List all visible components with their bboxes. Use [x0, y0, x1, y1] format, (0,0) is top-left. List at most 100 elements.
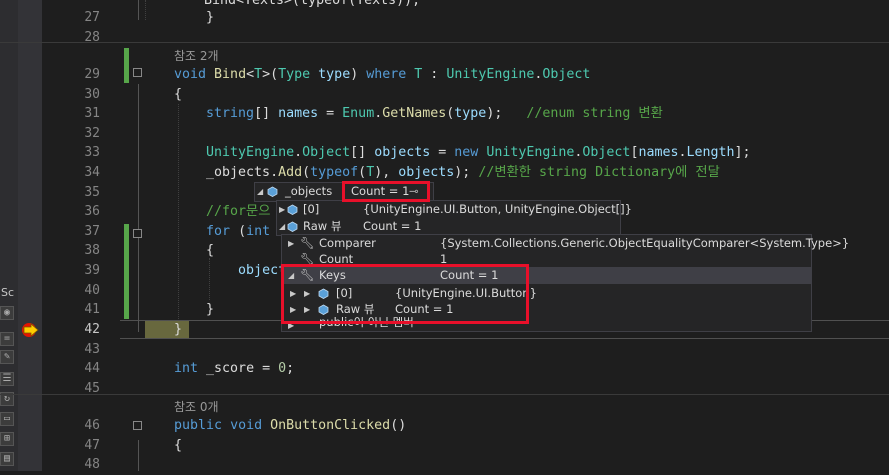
code-line: 46 public void OnButtonClicked(): [0, 416, 889, 436]
codelens-reference[interactable]: 참조 2개: [0, 46, 889, 66]
line-number: 47: [84, 438, 100, 453]
line-number: 30: [84, 87, 100, 102]
code-token: >(: [262, 67, 279, 82]
code-token: }: [174, 302, 215, 317]
line-number: 44: [84, 361, 100, 376]
code-token: .: [678, 145, 687, 160]
code-token: (: [230, 224, 247, 239]
line-number: 48: [84, 457, 100, 472]
code-text: public void OnButtonClicked(): [174, 416, 406, 436]
datatip-name: Raw 뷰: [303, 219, 342, 233]
code-line: 44 int _score = 0;: [0, 359, 889, 379]
code-line: 43: [0, 340, 889, 360]
code-token: new: [454, 145, 479, 160]
code-token: (: [302, 165, 311, 180]
line-number: 40: [84, 283, 100, 298]
code-token: Add: [278, 165, 303, 180]
code-text: string[] names = Enum.GetNames(type); //…: [174, 104, 663, 124]
code-text: UnityEngine.Object[] objects = new Unity…: [174, 143, 751, 163]
code-line: 45: [0, 379, 889, 399]
code-token: :: [422, 67, 447, 82]
line-number: 39: [84, 263, 100, 278]
code-token: {: [174, 243, 215, 258]
code-token: []: [350, 145, 375, 160]
highlight-box-keys: [281, 264, 529, 324]
code-token: {: [174, 438, 183, 453]
code-token: Enum: [342, 106, 375, 121]
line-number: 41: [84, 302, 100, 317]
datatip-name: [0]: [303, 202, 320, 216]
code-token: Object: [302, 145, 351, 160]
datatip-row[interactable]: ▶ [0] {UnityEngine.UI.Button, UnityEngin…: [277, 201, 632, 218]
line-number: 38: [84, 243, 100, 258]
code-token: //enum string 변환: [526, 106, 663, 121]
datatip-row[interactable]: ◢ Raw 뷰 Count = 1: [277, 218, 620, 235]
code-text: }: [174, 8, 214, 28]
code-line: 30 {: [0, 85, 889, 105]
code-text: object: [174, 261, 286, 281]
code-token: =: [430, 145, 455, 160]
datatip-name: _objects: [285, 184, 333, 198]
datatip-value: Count = 1: [363, 219, 422, 233]
object-icon: [287, 204, 298, 215]
code-text: {: [174, 85, 182, 105]
code-token: ];: [734, 145, 751, 160]
line-number: 31: [84, 106, 100, 121]
code-token: void: [230, 418, 263, 433]
code-token: ),: [374, 165, 399, 180]
code-token: _score =: [198, 361, 279, 376]
code-token: );: [486, 106, 527, 121]
code-token: OnButtonClicked: [270, 418, 391, 433]
line-number: 35: [84, 185, 100, 200]
object-icon: [267, 186, 278, 197]
code-token: //for문으: [206, 204, 271, 219]
code-text: }: [174, 320, 182, 340]
code-token: objects: [374, 145, 431, 160]
code-line: 29 void Bind<T>(Type type) where T : Unit…: [0, 65, 889, 85]
code-token: typeof: [310, 165, 359, 180]
code-token: T: [366, 165, 375, 180]
code-token: );: [454, 165, 479, 180]
code-token: void: [174, 67, 207, 82]
code-token: ;: [286, 361, 295, 376]
line-number: 28: [84, 30, 100, 45]
code-line: 32: [0, 124, 889, 144]
code-line: 48: [0, 455, 889, 475]
object-icon: [287, 221, 298, 232]
code-line: 33 UnityEngine.Object[] objects = new Un…: [0, 143, 889, 163]
code-token: string: [206, 106, 255, 121]
code-token: T: [254, 67, 263, 82]
datatip-row[interactable]: ▶ 🔧︎ Comparer {System.Collections.Generi…: [282, 235, 849, 252]
code-text: {: [174, 436, 182, 456]
line-number: 37: [84, 224, 100, 239]
code-text: for (int: [174, 222, 270, 242]
code-token: for: [206, 224, 231, 239]
datatip-value: {System.Collections.Generic.ObjectEquali…: [440, 236, 850, 250]
code-text: {: [174, 241, 214, 261]
line-number: 32: [84, 126, 100, 141]
code-token: .: [294, 145, 303, 160]
code-text: int _score = 0;: [174, 359, 294, 379]
code-token: (): [390, 418, 407, 433]
wrench-icon: 🔧︎: [300, 236, 315, 250]
code-token: objects: [398, 165, 455, 180]
code-token: Object: [582, 145, 631, 160]
datatip-level1[interactable]: ▶ [0] {UnityEngine.UI.Button, UnityEngin…: [276, 200, 632, 236]
code-token: UnityEngine: [446, 67, 535, 82]
code-text: void Bind<T>(Type type) where T : UnityE…: [174, 65, 590, 85]
code-token: UnityEngine: [486, 145, 575, 160]
codelens-text: 참조 2개: [174, 49, 219, 63]
line-number: 34: [84, 165, 100, 180]
code-line: 47 {: [0, 436, 889, 456]
code-token: GetNames: [382, 106, 447, 121]
line-number: 45: [84, 381, 100, 396]
codelens-reference[interactable]: 참조 0개: [0, 397, 889, 417]
